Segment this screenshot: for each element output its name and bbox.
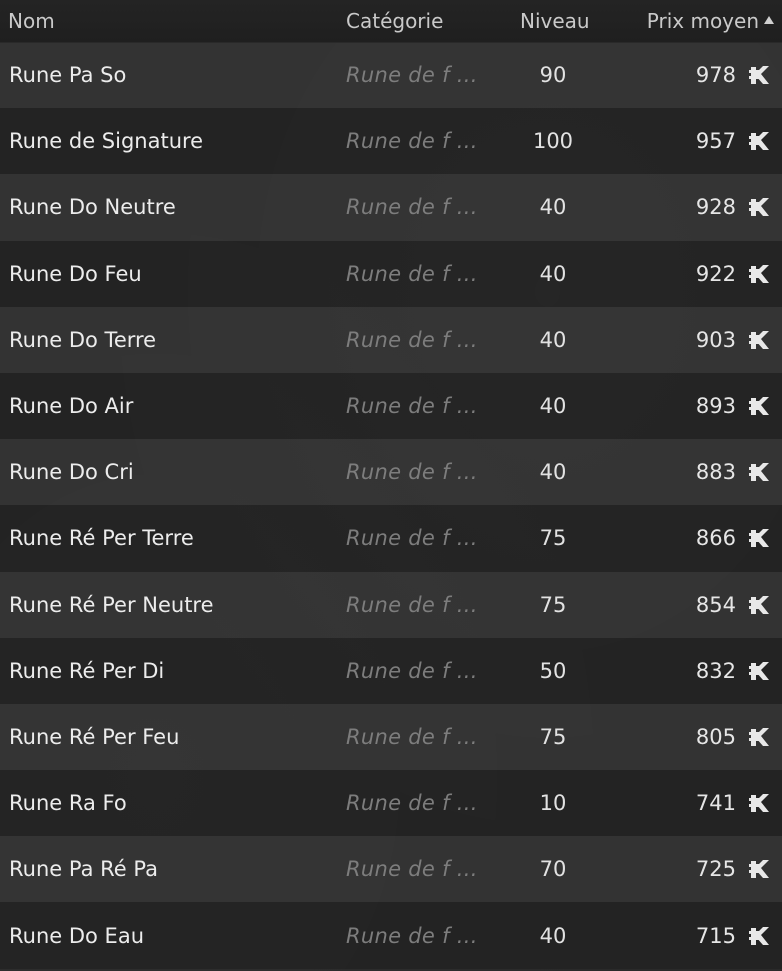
- table-row[interactable]: Rune Do Eau Rune de f ... 40 715: [0, 902, 782, 969]
- kama-icon: [748, 196, 772, 218]
- item-name: Rune Do Air: [9, 394, 134, 419]
- item-level: 40: [539, 195, 567, 220]
- table-row[interactable]: Rune Do Feu Rune de f ... 40 922: [0, 240, 782, 307]
- item-name: Rune Do Cri: [9, 460, 134, 485]
- item-level: 40: [539, 923, 567, 948]
- item-category: Rune de f ...: [346, 394, 478, 419]
- item-level: 40: [539, 261, 567, 286]
- item-price: 866: [695, 526, 736, 551]
- item-price: 893: [695, 394, 736, 419]
- table-row[interactable]: Rune Pa Ré Pa Rune de f ... 70 725: [0, 836, 782, 903]
- item-name: Rune Ré Per Neutre: [9, 592, 214, 617]
- item-name: Rune Ré Per Terre: [9, 526, 194, 551]
- item-level: 40: [539, 327, 567, 352]
- item-level: 75: [539, 526, 567, 551]
- table-row[interactable]: Rune Do Terre Rune de f ... 40 903: [0, 306, 782, 373]
- kama-icon: [748, 726, 772, 748]
- column-header-name[interactable]: Nom: [8, 8, 55, 34]
- item-level: 40: [539, 460, 567, 485]
- item-level: 90: [539, 63, 567, 88]
- kama-icon: [748, 64, 772, 86]
- column-header-price[interactable]: Prix moyen: [647, 8, 774, 34]
- table-row[interactable]: Rune de Signature Rune de f ... 100 957: [0, 108, 782, 175]
- item-name: Rune Ré Per Di: [9, 658, 165, 683]
- item-name: Rune Ré Per Feu: [9, 724, 180, 749]
- item-category: Rune de f ...: [346, 327, 478, 352]
- item-category: Rune de f ...: [346, 724, 478, 749]
- kama-icon: [748, 395, 772, 417]
- item-category: Rune de f ...: [346, 791, 478, 816]
- item-name: Rune Do Eau: [9, 923, 145, 948]
- item-level: 40: [539, 394, 567, 419]
- column-header-category[interactable]: Catégorie: [346, 8, 443, 34]
- item-price: 725: [695, 857, 736, 882]
- table-row[interactable]: Rune Ré Per Terre Rune de f ... 75 866: [0, 505, 782, 572]
- kama-icon: [748, 594, 772, 616]
- item-category: Rune de f ...: [346, 592, 478, 617]
- item-price: 883: [695, 460, 736, 485]
- item-name: Rune de Signature: [9, 129, 204, 154]
- kama-icon: [748, 329, 772, 351]
- item-level: 50: [539, 658, 567, 683]
- item-category: Rune de f ...: [346, 857, 478, 882]
- item-name: Rune Ra Fo: [9, 791, 127, 816]
- item-price: 903: [695, 327, 736, 352]
- item-category: Rune de f ...: [346, 129, 478, 154]
- item-price: 741: [695, 791, 736, 816]
- kama-icon: [748, 527, 772, 549]
- item-name: Rune Pa Ré Pa: [9, 857, 158, 882]
- item-price: 715: [695, 923, 736, 948]
- item-level: 10: [539, 791, 567, 816]
- table-row[interactable]: Rune Do Air Rune de f ... 40 893: [0, 372, 782, 440]
- kama-icon: [748, 660, 772, 682]
- kama-icon: [748, 461, 772, 483]
- table-row[interactable]: Rune Pa So Rune de f ... 90 978: [0, 42, 782, 109]
- item-name: Rune Pa So: [9, 63, 127, 88]
- table-row[interactable]: Rune Do Cri Rune de f ... 40 883: [0, 439, 782, 506]
- item-name: Rune Do Terre: [9, 327, 157, 352]
- kama-icon: [748, 792, 772, 814]
- item-category: Rune de f ...: [346, 195, 478, 220]
- kama-icon: [748, 858, 772, 880]
- column-header-level[interactable]: Niveau: [520, 8, 590, 34]
- column-header-price-label: Prix moyen: [646, 9, 759, 33]
- item-price: 978: [695, 63, 736, 88]
- sort-ascending-icon: [764, 15, 774, 24]
- kama-icon: [748, 130, 772, 152]
- item-category: Rune de f ...: [346, 261, 478, 286]
- kama-icon: [748, 925, 772, 947]
- item-price: 805: [695, 724, 736, 749]
- item-category: Rune de f ...: [346, 526, 478, 551]
- table-header: Nom Catégorie Niveau Prix moyen: [0, 0, 782, 43]
- item-category: Rune de f ...: [346, 63, 478, 88]
- table-row[interactable]: Rune Do Neutre Rune de f ... 40 928: [0, 174, 782, 241]
- item-name: Rune Do Neutre: [9, 195, 176, 220]
- item-category: Rune de f ...: [346, 923, 478, 948]
- item-level: 75: [539, 724, 567, 749]
- item-price: 957: [695, 129, 736, 154]
- table-body: Rune Pa So Rune de f ... 90 978 Rune de …: [0, 42, 782, 969]
- item-price: 832: [695, 658, 736, 683]
- item-price: 922: [695, 261, 736, 286]
- item-level: 100: [532, 129, 574, 154]
- table-row[interactable]: Rune Ré Per Neutre Rune de f ... 75 854: [0, 571, 782, 638]
- item-category: Rune de f ...: [346, 460, 478, 485]
- market-price-table: Nom Catégorie Niveau Prix moyen Rune Pa …: [0, 0, 782, 971]
- table-row[interactable]: Rune Ra Fo Rune de f ... 10 741: [0, 770, 782, 837]
- table-row[interactable]: Rune Ré Per Feu Rune de f ... 75 805: [0, 703, 782, 771]
- item-level: 75: [539, 592, 567, 617]
- kama-icon: [748, 263, 772, 285]
- item-price: 854: [695, 592, 736, 617]
- item-name: Rune Do Feu: [9, 261, 142, 286]
- item-level: 70: [539, 857, 567, 882]
- item-price: 928: [695, 195, 736, 220]
- item-category: Rune de f ...: [346, 658, 478, 683]
- table-row[interactable]: Rune Ré Per Di Rune de f ... 50 832: [0, 637, 782, 704]
